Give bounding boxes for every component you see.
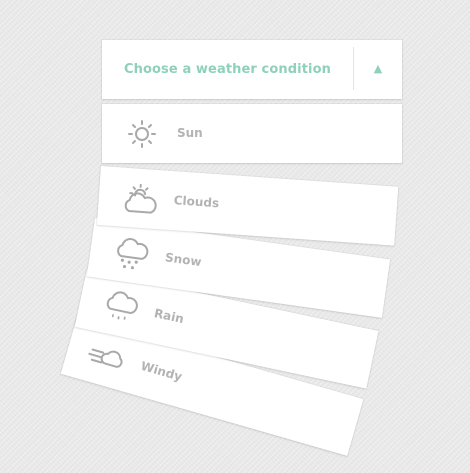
snow-icon [108,233,153,274]
clouds-icon [118,179,160,218]
windy-icon [83,334,131,380]
weather-dropdown: Choose a weather condition ▲ Sun Clouds … [0,0,470,473]
option-label-rain: Rain [152,306,186,327]
option-label-sun: Sun [177,126,203,140]
sun-icon [122,116,162,152]
option-label-clouds: Clouds [173,193,220,211]
dropdown-placeholder[interactable]: Choose a weather condition [102,40,353,99]
option-label-snow: Snow [164,250,203,270]
dropdown-header[interactable]: Choose a weather condition ▲ [102,40,402,99]
option-sun[interactable]: Sun [102,104,402,163]
rain-icon [97,285,144,329]
dropdown-toggle-button[interactable]: ▲ [354,40,402,99]
